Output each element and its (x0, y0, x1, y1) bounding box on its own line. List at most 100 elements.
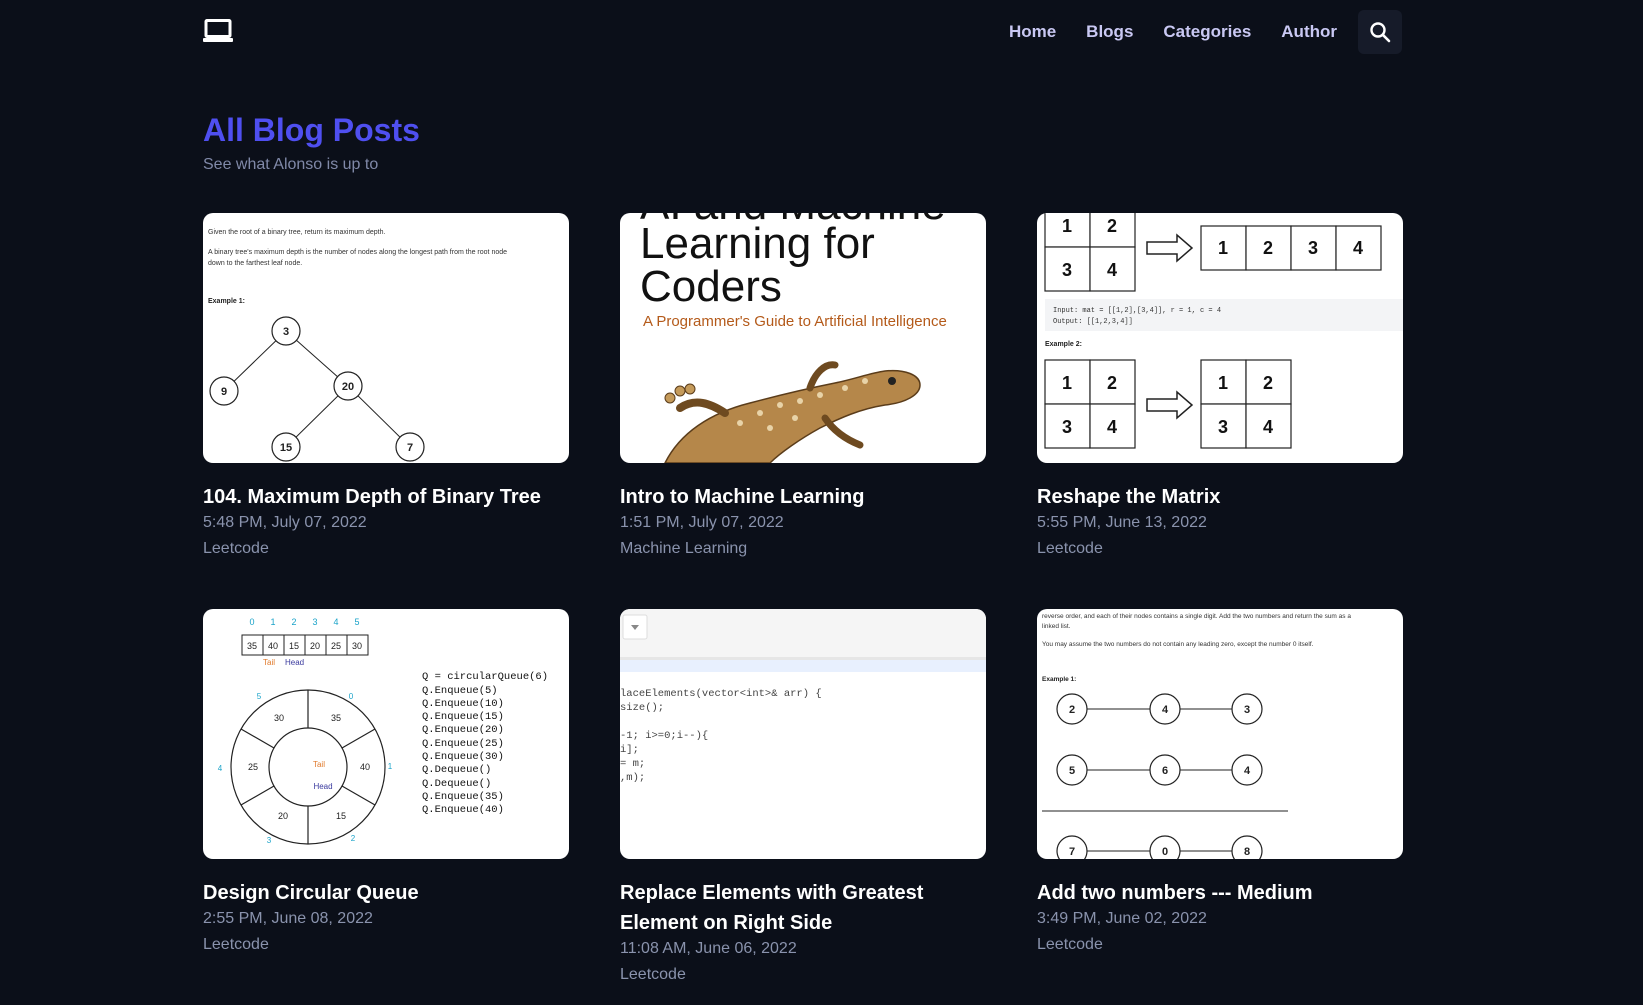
tree-edges (223, 330, 411, 448)
ring-value: 20 (278, 811, 288, 821)
list-node-label: 6 (1162, 765, 1168, 777)
matrix-cell: 1 (1062, 373, 1072, 393)
top-nav: Home Blogs Categories Author (0, 0, 1643, 64)
post-category[interactable]: Leetcode (1037, 540, 1403, 558)
matrix-cell: 2 (1263, 238, 1273, 258)
post-date: 11:08 AM, June 06, 2022 (620, 940, 797, 957)
nav-blogs-link[interactable]: Blogs (1086, 22, 1133, 42)
search-icon (1370, 22, 1391, 43)
post-thumbnail[interactable]: laceElements(vector<int>& arr) { size();… (620, 609, 986, 859)
post-title[interactable]: Add two numbers --- Medium (1037, 878, 1403, 908)
matrix-cell: 4 (1107, 260, 1117, 280)
post-date: 1:51 PM, July 07, 2022 (620, 514, 784, 531)
code-line: i]; (620, 744, 639, 756)
list-node-label: 5 (1069, 765, 1075, 777)
nav-author-link[interactable]: Author (1281, 22, 1337, 42)
code-line: Q.Enqueue(40) (422, 804, 504, 816)
list-node-label: 4 (1162, 704, 1169, 716)
ring-value: 40 (360, 762, 370, 772)
post-thumbnail[interactable]: 1 2 3 4 1 2 3 4 Input: mat = [[1,2],[3,4… (1037, 213, 1403, 463)
post-card[interactable]: 0 1 2 3 4 5 35 40 15 20 25 30 Tail Head … (203, 609, 569, 1005)
thumb-intro-text: linked list. (1042, 623, 1071, 630)
array-index: 3 (312, 617, 317, 627)
tree-node-label: 9 (221, 386, 227, 398)
array-value: 15 (289, 641, 299, 651)
post-thumbnail[interactable]: reverse order, and each of their nodes c… (1037, 609, 1403, 859)
code-line: Q.Enqueue(35) (422, 791, 504, 803)
tree-node-label: 7 (407, 442, 413, 454)
post-thumbnail[interactable]: AI and Machine Learning for Coders A Pro… (620, 213, 986, 463)
post-title[interactable]: Design Circular Queue (203, 878, 569, 908)
list-node-label: 7 (1069, 846, 1075, 858)
post-card[interactable]: reverse order, and each of their nodes c… (1037, 609, 1403, 1005)
code-line: Q.Enqueue(20) (422, 724, 504, 736)
highlighted-line (620, 660, 986, 672)
arrow-right-icon (1146, 390, 1194, 420)
post-thumbnail[interactable]: Given the root of a binary tree, return … (203, 213, 569, 463)
array-index: 2 (291, 617, 296, 627)
ring-index: 5 (257, 692, 262, 701)
matrix-cell: 3 (1062, 260, 1072, 280)
array-value: 25 (331, 641, 341, 651)
post-title[interactable]: Intro to Machine Learning (620, 482, 986, 512)
laptop-icon[interactable] (203, 19, 233, 43)
search-button[interactable] (1358, 10, 1402, 54)
post-title[interactable]: Reshape the Matrix (1037, 482, 1403, 512)
array-value: 30 (352, 641, 362, 651)
code-line: Q.Enqueue(10) (422, 698, 504, 710)
ring-value: 25 (248, 762, 258, 772)
code-line: Q.Enqueue(15) (422, 711, 504, 723)
tree-node-label: 3 (283, 326, 289, 338)
post-thumbnail[interactable]: 0 1 2 3 4 5 35 40 15 20 25 30 Tail Head … (203, 609, 569, 859)
array-value: 40 (268, 641, 278, 651)
array-index: 5 (354, 617, 359, 627)
post-category[interactable]: Leetcode (203, 540, 569, 558)
ring-index: 1 (388, 762, 393, 771)
post-card[interactable]: AI and Machine Learning for Coders A Pro… (620, 213, 986, 609)
post-card[interactable]: laceElements(vector<int>& arr) { size();… (620, 609, 986, 1005)
code-line: ,m); (620, 772, 645, 784)
post-category[interactable]: Leetcode (620, 966, 986, 984)
post-category[interactable]: Machine Learning (620, 540, 986, 558)
thumb-example-label: Example 2: (1045, 341, 1082, 348)
code-line: Q.Dequeue() (422, 764, 491, 776)
cover-title-line: Learning for (640, 219, 875, 268)
matrix-cell: 1 (1218, 373, 1228, 393)
code-line: -1; i>=0;i--){ (620, 730, 708, 742)
ring-index: 0 (349, 692, 354, 701)
nav-home-link[interactable]: Home (1009, 22, 1056, 42)
matrix-cell: 4 (1263, 417, 1273, 437)
ring-head-label: Head (313, 782, 332, 791)
code-line: laceElements(vector<int>& arr) { (620, 688, 822, 700)
code-line: Q.Dequeue() (422, 778, 491, 790)
array-value: 20 (310, 641, 320, 651)
tree-node-label: 20 (342, 381, 354, 393)
matrix-cell: 3 (1062, 417, 1072, 437)
array-index: 0 (249, 617, 254, 627)
post-title[interactable]: 104. Maximum Depth of Binary Tree (203, 482, 569, 512)
tree-nodes (209, 316, 425, 462)
matrix-cell: 4 (1107, 417, 1117, 437)
code-block (1045, 299, 1403, 331)
post-card[interactable]: Given the root of a binary tree, return … (203, 213, 569, 609)
nav-categories-link[interactable]: Categories (1163, 22, 1251, 42)
post-category[interactable]: Leetcode (1037, 936, 1403, 954)
thumb-example-label: Example 1: (1042, 676, 1076, 683)
post-title[interactable]: Replace Elements with Greatest Element o… (620, 878, 986, 938)
post-category[interactable]: Leetcode (203, 936, 569, 954)
code-line: = m; (620, 758, 645, 770)
ring-tail-label: Tail (313, 760, 325, 769)
post-date: 2:55 PM, June 08, 2022 (203, 910, 373, 927)
code-line: Q.Enqueue(5) (422, 685, 498, 697)
ring-index: 3 (267, 836, 272, 845)
matrix-cell: 2 (1107, 216, 1117, 236)
thumb-intro-text: Given the root of a binary tree, return … (208, 229, 385, 236)
post-card[interactable]: 1 2 3 4 1 2 3 4 Input: mat = [[1,2],[3,4… (1037, 213, 1403, 609)
nav-links: Home Blogs Categories Author (1009, 0, 1337, 64)
tree-node-label: 15 (280, 442, 292, 454)
thumb-desc-text: A binary tree's maximum depth is the num… (208, 249, 507, 256)
arrow-right-icon (1146, 233, 1194, 263)
post-date: 3:49 PM, June 02, 2022 (1037, 910, 1207, 927)
thumb-example-label: Example 1: (208, 298, 245, 305)
matrix-cell: 4 (1353, 238, 1363, 258)
